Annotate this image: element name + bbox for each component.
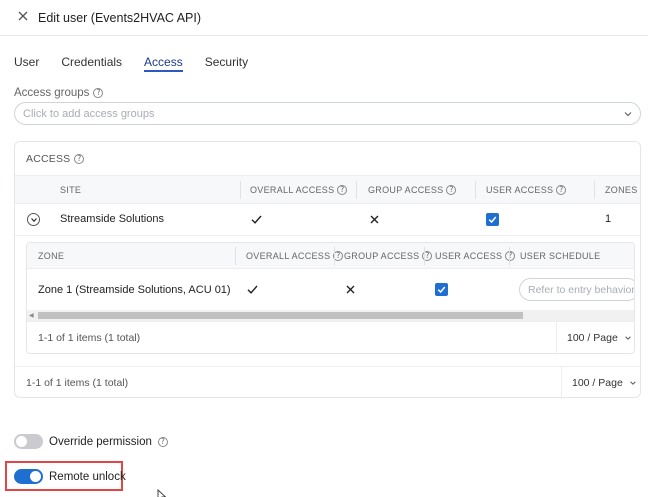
tab-access[interactable]: Access [144, 56, 183, 72]
cross-icon [370, 215, 379, 224]
access-groups-label: Access groups ? [14, 87, 104, 99]
column-divider [475, 181, 476, 199]
column-user-access-label: USER ACCESS [486, 185, 554, 195]
remote-unlock-toggle[interactable] [14, 469, 43, 484]
per-page-value: 100 / Page [567, 332, 618, 344]
column-zone[interactable]: ZONE [38, 251, 64, 261]
column-overall-access-label: OVERALL ACCESS [250, 185, 335, 195]
scroll-left-icon[interactable]: ◀ [29, 312, 34, 319]
column-divider [240, 181, 241, 199]
column-group-access[interactable]: GROUP ACCESS? [368, 185, 457, 195]
column-divider [509, 247, 510, 265]
tab-security[interactable]: Security [205, 56, 248, 72]
column-divider [235, 247, 236, 265]
mouse-cursor-icon [157, 489, 167, 497]
check-icon [488, 216, 497, 224]
access-title: ACCESS ? [26, 153, 85, 165]
help-icon[interactable]: ? [93, 88, 104, 98]
zone-table: ZONE OVERALL ACCESS? GROUP ACCESS? USER … [26, 242, 635, 354]
column-overall-access[interactable]: OVERALL ACCESS? [250, 185, 348, 195]
pager-summary: 1-1 of 1 items (1 total) [26, 377, 129, 389]
access-title-text: ACCESS [26, 153, 71, 165]
chevron-down-icon [625, 336, 631, 340]
zone-name: Zone 1 (Streamside Solutions, ACU 01) [3… [38, 284, 234, 296]
access-groups-select[interactable]: Click to add access groups [14, 102, 641, 125]
column-group-access[interactable]: GROUP ACCESS? [344, 251, 433, 261]
per-page-value: 100 / Page [572, 377, 623, 389]
zone-table-header: ZONE OVERALL ACCESS? GROUP ACCESS? USER … [27, 243, 634, 269]
check-icon [437, 286, 446, 294]
column-divider [334, 247, 335, 265]
override-permission-row: Override permission ? [14, 434, 168, 449]
access-card: ACCESS ? SITE OVERALL ACCESS? GROUP ACCE… [14, 141, 641, 399]
help-icon[interactable]: ? [74, 154, 85, 164]
per-page-select[interactable]: 100 / Page [561, 367, 637, 399]
help-icon[interactable]: ? [157, 436, 168, 447]
column-site[interactable]: SITE [60, 185, 81, 195]
access-groups-placeholder: Click to add access groups [23, 108, 155, 120]
column-user-schedule[interactable]: USER SCHEDULE [520, 251, 600, 261]
user-schedule-placeholder: Refer to entry behavior [528, 284, 635, 296]
dialog-title: Edit user (Events2HVAC API) [38, 11, 202, 25]
close-icon[interactable] [16, 9, 30, 23]
chevron-down-icon [630, 381, 636, 385]
override-permission-label: Override permission [49, 435, 152, 448]
help-icon[interactable]: ? [337, 185, 348, 195]
zones-count: 1 [605, 213, 612, 225]
column-user-access-label: USER ACCESS [435, 251, 503, 261]
user-access-checkbox[interactable] [435, 283, 448, 296]
column-user-access[interactable]: USER ACCESS? [486, 185, 567, 195]
column-user-access[interactable]: USER ACCESS? [435, 251, 516, 261]
table-row: Zone 1 (Streamside Solutions, ACU 01) [3… [27, 270, 635, 310]
zone-table-footer: 1-1 of 1 items (1 total) 100 / Page [27, 321, 634, 353]
remote-unlock-row: Remote unlock [14, 469, 126, 484]
tab-user[interactable]: User [14, 56, 39, 72]
site-table-footer: 1-1 of 1 items (1 total) 100 / Page [15, 366, 640, 399]
user-schedule-input[interactable]: Refer to entry behavior [519, 278, 635, 301]
column-zones[interactable]: ZONES [605, 185, 638, 195]
help-icon[interactable]: ? [505, 251, 516, 261]
site-table-header: SITE OVERALL ACCESS? GROUP ACCESS? USER … [15, 175, 640, 204]
tab-credentials[interactable]: Credentials [61, 56, 122, 72]
toggle-knob [30, 471, 41, 482]
help-icon[interactable]: ? [446, 185, 457, 195]
per-page-select[interactable]: 100 / Page [556, 322, 632, 353]
column-overall-access-label: OVERALL ACCESS [246, 251, 331, 261]
site-name: Streamside Solutions [60, 213, 164, 225]
remote-unlock-label: Remote unlock [49, 470, 126, 483]
check-icon [251, 215, 262, 224]
toggle-knob [16, 436, 27, 447]
table-row: Streamside Solutions 1 [15, 204, 640, 236]
column-divider [594, 181, 595, 199]
override-permission-toggle[interactable] [14, 434, 43, 449]
column-divider [424, 247, 425, 265]
user-access-checkbox[interactable] [486, 213, 499, 226]
column-overall-access[interactable]: OVERALL ACCESS? [246, 251, 344, 261]
check-icon [247, 285, 258, 294]
column-group-access-label: GROUP ACCESS [368, 185, 444, 195]
collapse-row-button[interactable] [27, 213, 40, 226]
access-groups-label-text: Access groups [14, 87, 90, 99]
help-icon[interactable]: ? [556, 185, 567, 195]
dialog-header: Edit user (Events2HVAC API) [0, 0, 648, 36]
column-group-access-label: GROUP ACCESS [344, 251, 420, 261]
chevron-down-icon [624, 112, 632, 117]
scrollbar-thumb[interactable] [38, 312, 523, 319]
tab-bar: User Credentials Access Security [14, 56, 270, 72]
horizontal-scrollbar[interactable]: ◀ [27, 310, 634, 321]
column-divider [356, 181, 357, 199]
cross-icon [346, 285, 355, 294]
pager-summary: 1-1 of 1 items (1 total) [38, 332, 141, 344]
